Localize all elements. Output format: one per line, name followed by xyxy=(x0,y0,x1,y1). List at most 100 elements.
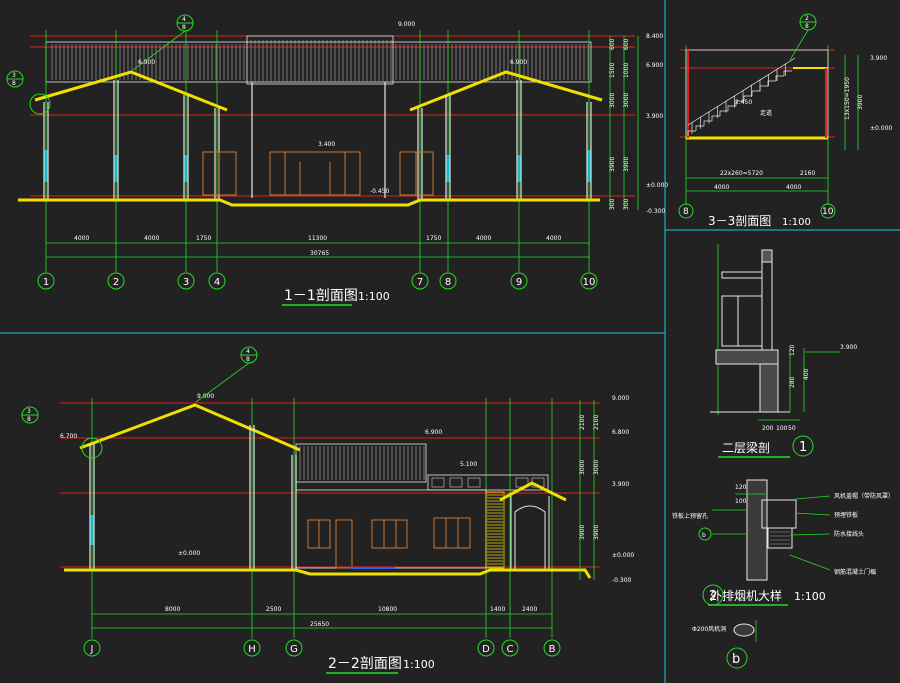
svg-text:1500: 1500 xyxy=(609,63,616,78)
svg-text:-0.300: -0.300 xyxy=(612,577,632,584)
right-dim-3-3: 3900 xyxy=(857,95,864,110)
svg-text:1750: 1750 xyxy=(196,235,211,242)
levels-right-2-2: 9.000 6.800 3.900 ±0.000 -0.300 xyxy=(612,395,634,584)
ground-slab-1-1 xyxy=(18,198,600,207)
grid-bubble-4: 4 xyxy=(208,272,226,290)
svg-text:120: 120 xyxy=(735,484,747,491)
grid-bubble-8-3-3: 8 xyxy=(678,203,694,219)
svg-text:C: C xyxy=(507,644,514,655)
svg-text:50: 50 xyxy=(788,425,796,432)
vertical-dims-1-1 xyxy=(609,36,639,210)
svg-text:2100: 2100 xyxy=(593,415,600,430)
grid-bubble-10: 10 xyxy=(580,272,598,290)
svg-text:8: 8 xyxy=(805,23,809,30)
detail2-scale: 1:100 xyxy=(794,590,826,603)
svg-text:6.800: 6.800 xyxy=(612,429,629,436)
svg-text:D: D xyxy=(482,644,490,655)
svg-text:4000: 4000 xyxy=(546,235,561,242)
svg-text:3900: 3900 xyxy=(593,525,600,540)
svg-text:3900: 3900 xyxy=(623,157,630,172)
scale-1-1: 1:100 xyxy=(358,290,390,303)
svg-text:3: 3 xyxy=(183,277,189,288)
svg-text:8: 8 xyxy=(12,80,16,87)
scale-2-2: 1:100 xyxy=(403,658,435,671)
detail1-number: 1 xyxy=(799,440,807,455)
svg-text:100: 100 xyxy=(735,498,747,505)
svg-text:300: 300 xyxy=(609,198,616,210)
svg-text:1000: 1000 xyxy=(623,63,630,78)
svg-text:8: 8 xyxy=(182,24,186,31)
detail2-number: 2 xyxy=(709,589,717,604)
svg-text:9: 9 xyxy=(516,277,522,288)
svg-text:8: 8 xyxy=(445,277,451,288)
grid-bubble-B: B xyxy=(543,639,561,657)
elev-floor-3-3: ±0.000 xyxy=(870,125,892,132)
detail-b-number: b xyxy=(732,652,740,667)
svg-text:400: 400 xyxy=(803,368,810,380)
dim-spans-2-2: 8000 2500 10800 1400 2400 xyxy=(165,606,537,613)
exhaust-label-4: 铁板上预留孔 xyxy=(672,512,708,520)
elev-mid-2-2: 6.900 xyxy=(425,429,442,436)
doors-1-1 xyxy=(202,151,434,196)
railing-2-2 xyxy=(295,443,427,483)
svg-text:B: B xyxy=(549,644,556,655)
svg-text:4000: 4000 xyxy=(476,235,491,242)
svg-text:4000: 4000 xyxy=(74,235,89,242)
elev-floor: -0.450 xyxy=(370,188,390,195)
svg-text:11300: 11300 xyxy=(308,235,327,242)
vertical-dim-text-1-1: 600 1500 3000 3900 300 600 1000 3000 390… xyxy=(609,38,630,210)
svg-text:G: G xyxy=(290,644,298,655)
stair-2-2 xyxy=(485,491,505,569)
svg-text:200: 200 xyxy=(762,425,774,432)
svg-text:b: b xyxy=(702,532,706,539)
room-label-3-3: 走道 xyxy=(760,109,772,117)
dim-total-text-1-1: 30765 xyxy=(310,250,329,257)
cad-canvas: 9.000 6.900 6.900 3.400 -0.450 8.400 6.9… xyxy=(0,0,900,683)
svg-text:10: 10 xyxy=(583,277,596,288)
elev-low-2-2: 5.100 xyxy=(460,461,477,468)
svg-text:2: 2 xyxy=(805,15,809,22)
dim-total-text-2-2: 25650 xyxy=(310,621,329,628)
svg-text:2400: 2400 xyxy=(522,606,537,613)
columns-1-1 xyxy=(43,80,592,200)
svg-text:7: 7 xyxy=(417,277,423,288)
title-1-1: 1－1剖面图 xyxy=(284,288,358,304)
columns-2-2 xyxy=(89,425,297,570)
svg-text:8: 8 xyxy=(683,207,689,217)
svg-text:3000: 3000 xyxy=(609,93,616,108)
svg-text:1400: 1400 xyxy=(490,606,505,613)
elev-inner: 3.400 xyxy=(318,141,335,148)
detail-1-beam: 3.900 120 280 400 200 100 50 二层梁剖 1 xyxy=(710,244,857,458)
svg-text:10: 10 xyxy=(822,207,834,217)
stair-dim-right-3-3: 2160 xyxy=(800,170,815,177)
svg-text:3: 3 xyxy=(27,408,31,415)
svg-text:600: 600 xyxy=(623,38,630,50)
title-2-2: 2－2剖面图 xyxy=(328,656,402,672)
exhaust-label-2: 预埋铁板 xyxy=(834,511,858,519)
svg-text:9.000: 9.000 xyxy=(612,395,629,402)
exhaust-label-3: 防水接线头 xyxy=(834,530,864,538)
svg-text:3900: 3900 xyxy=(609,157,616,172)
grid-bubble-9: 9 xyxy=(510,272,528,290)
stair-vert-dim-3-3: 13x150=1950 xyxy=(844,77,851,120)
span-a-3-3: 4000 xyxy=(714,184,729,191)
elev-floor-2-2: ±0.000 xyxy=(178,550,200,557)
svg-text:6.900: 6.900 xyxy=(646,62,663,69)
svg-text:2100: 2100 xyxy=(579,415,586,430)
exhaust-label-5: 钢筋混凝土门楣 xyxy=(834,568,876,576)
svg-text:4: 4 xyxy=(246,348,250,355)
grid-bubble-1: 1 xyxy=(37,272,55,290)
exhaust-label-1: 风机盖帽（带防风罩） xyxy=(834,492,894,500)
roof-2-2 xyxy=(79,403,301,452)
grid-bubble-3: 3 xyxy=(177,272,195,290)
scale-3-3: 1:100 xyxy=(782,217,811,228)
grid-bubble-10-3-3: 10 xyxy=(820,203,836,219)
svg-text:280: 280 xyxy=(789,376,796,388)
roof-right xyxy=(409,70,603,112)
detail-2-exhaust: 风机盖帽（带防风罩） 预埋铁板 防水接线头 铁板上预留孔 钢筋混凝土门楣 120… xyxy=(672,479,894,606)
grid-bubble-8: 8 xyxy=(439,272,457,290)
svg-text:3000: 3000 xyxy=(623,93,630,108)
callout-2-8-section33: 2 8 xyxy=(789,13,817,61)
svg-text:4: 4 xyxy=(182,16,186,23)
svg-text:8000: 8000 xyxy=(165,606,180,613)
